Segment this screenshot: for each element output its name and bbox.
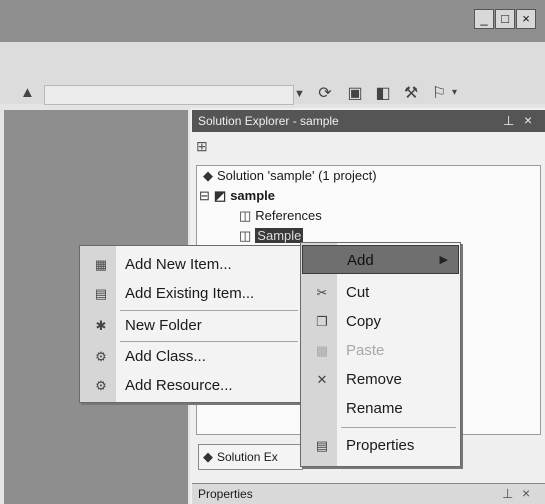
menu-item-paste: ▩ Paste	[302, 336, 459, 365]
new-item-icon: ▦	[94, 257, 108, 272]
menu-item-add[interactable]: Add ▶	[302, 245, 459, 274]
menu-item-add-new-item[interactable]: ▦ Add New Item...	[81, 250, 301, 279]
folder-item-icon: ◫	[239, 228, 252, 243]
pin-icon[interactable]: ⊥	[502, 486, 513, 502]
maximize-button[interactable]: □	[495, 9, 515, 29]
solution-explorer-tab-icon: ◆	[203, 449, 213, 464]
tree-item-references[interactable]: ◫ References	[197, 206, 540, 226]
menu-item-copy[interactable]: ❐ Copy	[302, 307, 459, 336]
pin-icon[interactable]: ⊥	[503, 113, 514, 129]
menu-item-remove[interactable]: ✕ Remove	[302, 365, 459, 394]
new-folder-icon: ✱	[95, 318, 107, 333]
cut-icon: ✂	[316, 285, 328, 300]
project-icon: ◩	[213, 188, 227, 203]
collapse-icon[interactable]: ⊟	[199, 188, 210, 203]
tree-item-solution[interactable]: ◆ Solution 'sample' (1 project)	[197, 166, 540, 186]
refresh-icon[interactable]: ⟳	[314, 83, 336, 105]
add-submenu: ▦ Add New Item... ▤ Add Existing Item... ✱…	[79, 245, 303, 403]
properties-toolbar-icon[interactable]: ⊞	[196, 138, 208, 155]
close-icon[interactable]: ×	[522, 485, 530, 501]
menu-item-new-folder[interactable]: ✱ New Folder	[81, 311, 301, 340]
context-menu: Add ▶ ✂ Cut ❐ Copy ▩ Paste ✕ Remove Rename ▤…	[300, 242, 461, 467]
remove-icon: ✕	[316, 372, 328, 387]
add-class-icon: ⚙	[95, 349, 107, 364]
menu-item-properties[interactable]: ▤ Properties	[302, 431, 459, 460]
tools-icon[interactable]: ⚒	[400, 83, 422, 105]
tab-solution-explorer[interactable]: ◆ Solution Ex	[198, 444, 303, 470]
chevron-down-icon[interactable]: ▼	[294, 88, 305, 100]
chevron-down-icon[interactable]: ▾	[452, 87, 457, 98]
window-titlebar	[0, 0, 545, 42]
dropdown-tool-icon[interactable]: ⚐	[428, 83, 450, 105]
menu-separator	[341, 427, 456, 428]
paste-icon: ▩	[315, 343, 329, 358]
properties-panel-title[interactable]: Properties	[192, 483, 545, 504]
solution-explorer-title: Solution Explorer - sample	[192, 110, 545, 132]
solution-icon: ◆	[203, 168, 213, 183]
minimize-button[interactable]: _	[474, 9, 494, 29]
tree-item-project[interactable]: ⊟ ◩ sample	[197, 186, 540, 206]
open-icon[interactable]: ▣	[344, 83, 366, 105]
close-icon[interactable]: ×	[524, 112, 532, 128]
menu-item-add-class[interactable]: ⚙ Add Class...	[81, 342, 301, 371]
references-icon: ◫	[239, 208, 252, 223]
existing-item-icon: ▤	[94, 286, 108, 301]
submenu-arrow-icon: ▶	[439, 254, 448, 266]
menu-item-add-existing-item[interactable]: ▤ Add Existing Item...	[81, 279, 301, 308]
toolbar-app-icon[interactable]: ▲	[20, 84, 35, 101]
properties-icon: ▤	[315, 438, 329, 453]
add-resource-icon: ⚙	[95, 378, 107, 393]
close-button[interactable]: ×	[516, 9, 536, 29]
folder-icon[interactable]: ◧	[372, 83, 394, 105]
toolbar-combo[interactable]	[44, 85, 294, 105]
copy-icon: ❐	[316, 314, 328, 329]
menu-item-add-resource[interactable]: ⚙ Add Resource...	[81, 371, 301, 400]
menu-item-rename[interactable]: Rename	[302, 394, 459, 423]
menu-item-cut[interactable]: ✂ Cut	[302, 278, 459, 307]
